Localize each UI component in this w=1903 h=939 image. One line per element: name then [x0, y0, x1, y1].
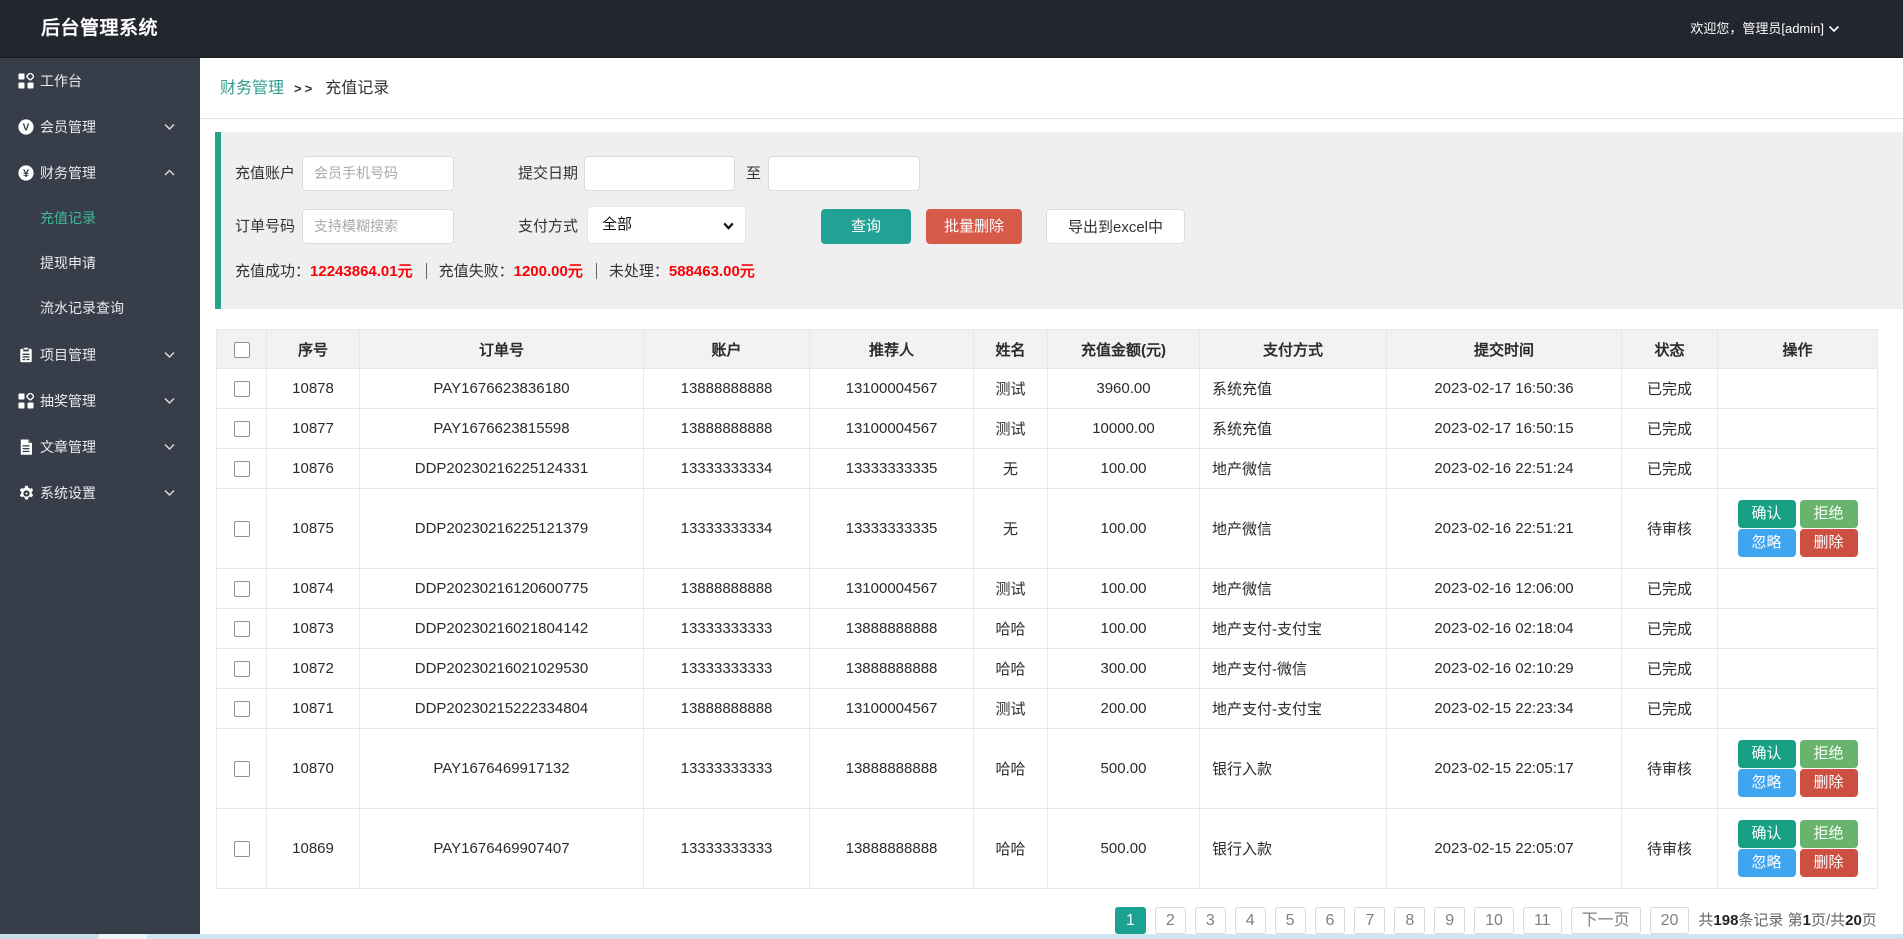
svg-text:¥: ¥: [23, 168, 30, 180]
svg-text:V: V: [23, 123, 30, 134]
